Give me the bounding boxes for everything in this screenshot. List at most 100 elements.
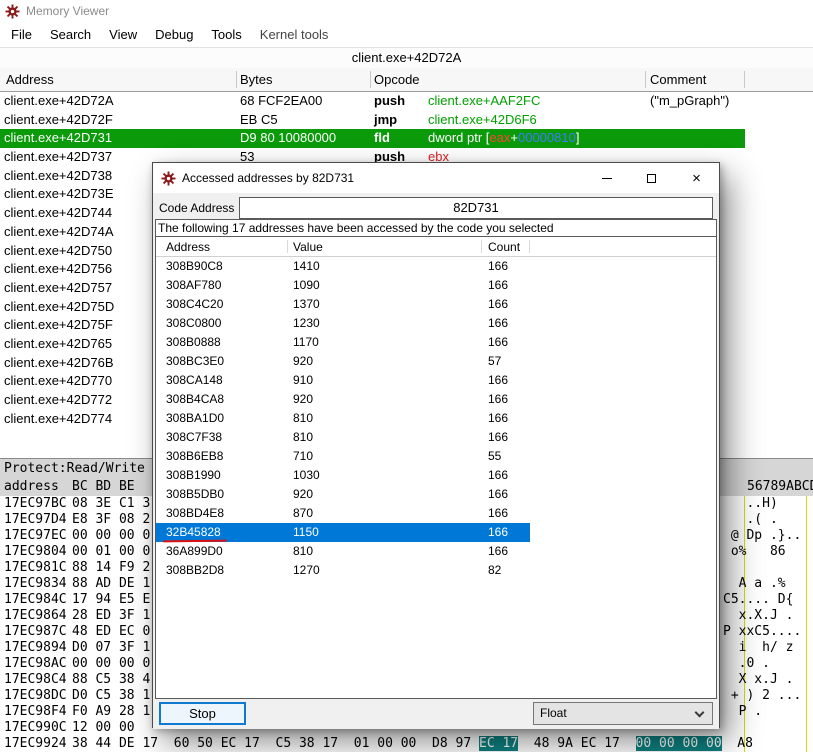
accessed-count: 166 xyxy=(488,295,508,314)
accessed-value: 1030 xyxy=(293,466,320,485)
menu-tools[interactable]: Tools xyxy=(202,27,250,42)
accessed-address-row[interactable]: 308C7F38810166 xyxy=(156,428,716,447)
accessed-value: 810 xyxy=(293,428,313,447)
hex-row[interactable]: 17EC9924 38 44 DE 17 60 50 EC 17 C5 38 17… xyxy=(0,736,813,752)
list-col-count[interactable]: Count xyxy=(488,237,520,257)
code-address-input[interactable]: 82D731 xyxy=(239,197,713,219)
hex-bytes: 88 14 F9 2 xyxy=(72,560,150,576)
menu-view[interactable]: View xyxy=(100,27,146,42)
disasm-address: client.exe+42D756 xyxy=(4,260,112,279)
maximize-button[interactable] xyxy=(629,163,674,193)
accessed-count: 166 xyxy=(488,428,508,447)
disasm-row[interactable]: client.exe+42D731D9 80 10080000flddword … xyxy=(0,129,745,148)
accessed-address-row[interactable]: 308C4C20 1370 166 xyxy=(156,295,716,314)
minimize-button[interactable] xyxy=(584,163,629,193)
accessed-address: 36A899D0 xyxy=(166,542,223,561)
col-header-comment: Comment xyxy=(650,68,706,92)
minimize-icon xyxy=(602,178,612,179)
accessed-address-row[interactable]: 308BB2D8127082 xyxy=(156,561,716,580)
hex-bytes: 48 ED EC 0 xyxy=(72,624,150,640)
disasm-comment: ("m_pGraph") xyxy=(650,92,729,111)
accessed-address-row[interactable]: 308B08881170166 xyxy=(156,333,716,352)
accessed-address-row[interactable]: 308AF7801090166 xyxy=(156,276,716,295)
close-button[interactable]: × xyxy=(674,163,719,193)
disasm-address: client.exe+42D75D xyxy=(4,298,114,317)
accessed-address-row[interactable]: 308C08001230166 xyxy=(156,314,716,333)
cheat-engine-icon xyxy=(161,171,176,186)
chevron-down-icon xyxy=(695,708,705,718)
operand-part: client.exe+AAF2FC xyxy=(428,93,540,108)
disasm-opcode: fld xyxy=(374,129,390,148)
accessed-address-row[interactable]: 308BD4E8870166 xyxy=(156,504,716,523)
disasm-address: client.exe+42D770 xyxy=(4,372,112,391)
disasm-address: client.exe+42D731 xyxy=(4,129,112,148)
disasm-row[interactable]: client.exe+42D72FEB C5jmpclient.exe+42D6… xyxy=(0,111,813,130)
hex-col-ascii-header: 56789ABCDEF xyxy=(747,477,813,496)
accessed-value: 870 xyxy=(293,504,313,523)
stop-button[interactable]: Stop xyxy=(159,702,246,725)
accessed-count: 166 xyxy=(488,523,508,542)
accessed-value: 910 xyxy=(293,371,313,390)
disasm-address: client.exe+42D772 xyxy=(4,391,112,410)
hex-ascii: ..H) xyxy=(723,496,778,512)
list-col-address[interactable]: Address xyxy=(166,237,210,257)
hex-address: 17EC9924 xyxy=(4,736,67,752)
hex-bytes: E8 3F 08 2 xyxy=(72,512,150,528)
disasm-table-header: Address Bytes Opcode Comment xyxy=(0,68,813,92)
menu-file[interactable]: File xyxy=(2,27,41,42)
operand-part: ] xyxy=(576,130,580,145)
accessed-value: 1370 xyxy=(293,295,320,314)
menu-search[interactable]: Search xyxy=(41,27,100,42)
column-separator xyxy=(370,71,371,88)
value-type-dropdown[interactable]: Float xyxy=(533,702,713,725)
window-titlebar[interactable]: Memory Viewer xyxy=(0,0,813,22)
hex-address: 17EC97D4 xyxy=(4,512,67,528)
disasm-address: client.exe+42D72A xyxy=(4,92,114,111)
hex-address: 17EC9804 xyxy=(4,544,67,560)
hex-byte-segment: 38 44 DE 17 60 50 EC 17 C5 38 17 01 00 0… xyxy=(72,736,479,751)
menu-bar: File Search View Debug Tools Kernel tool… xyxy=(0,22,813,48)
hex-bytes: 08 3E C1 3 xyxy=(72,496,150,512)
hex-address: 17EC990C xyxy=(4,720,67,736)
dialog-titlebar[interactable]: Accessed addresses by 82D731 × xyxy=(153,163,719,193)
column-separator xyxy=(744,71,745,88)
disasm-address: client.exe+42D738 xyxy=(4,167,112,186)
accessed-address: 32B45828 xyxy=(166,523,221,542)
menu-debug[interactable]: Debug xyxy=(146,27,202,42)
disasm-operand: client.exe+42D6F6 xyxy=(428,111,537,130)
accessed-address-row[interactable]: 32B458281150166 xyxy=(156,523,530,542)
accessed-address-row[interactable]: 308B90C81410166 xyxy=(156,257,716,276)
accessed-address: 308B1990 xyxy=(166,466,221,485)
accessed-address-row[interactable]: 308B6EB871055 xyxy=(156,447,716,466)
accessed-address: 308C4C20 xyxy=(166,295,223,314)
hex-ascii: x.X.J . xyxy=(723,608,793,624)
accessed-address: 308B4CA8 xyxy=(166,390,224,409)
disasm-row[interactable]: client.exe+42D72A68 FCF2EA00pushclient.e… xyxy=(0,92,813,111)
list-col-value[interactable]: Value xyxy=(293,237,323,257)
code-address-label: Code Address xyxy=(159,201,239,215)
menu-kernel-tools[interactable]: Kernel tools xyxy=(251,27,338,42)
hex-ascii: + ) 2 ... xyxy=(723,688,801,704)
hex-ascii: C5.... D{ xyxy=(723,592,793,608)
accessed-address-row[interactable]: 36A899D0810166 xyxy=(156,542,716,561)
hex-ascii: A a .% xyxy=(723,576,786,592)
accessed-value: 1230 xyxy=(293,314,320,333)
accessed-value: 810 xyxy=(293,542,313,561)
code-address-row: Code Address 82D731 xyxy=(159,197,713,219)
accessed-address-row[interactable]: 308CA148910166 xyxy=(156,371,716,390)
accessed-address: 308B5DB0 xyxy=(166,485,224,504)
accessed-address-row[interactable]: 308BC3E092057 xyxy=(156,352,716,371)
maximize-icon xyxy=(647,174,656,183)
accessed-address-row[interactable]: 308B5DB0920166 xyxy=(156,485,716,504)
accessed-value: 920 xyxy=(293,390,313,409)
accessed-address: 308B0888 xyxy=(166,333,221,352)
list-header: Address Value Count xyxy=(156,237,716,257)
accessed-address: 308BA1D0 xyxy=(166,409,224,428)
accessed-address-row[interactable]: 308BA1D0810166 xyxy=(156,409,716,428)
accessed-address-row[interactable]: 308B4CA8920166 xyxy=(156,390,716,409)
accessed-count: 166 xyxy=(488,276,508,295)
disasm-bytes: EB C5 xyxy=(240,111,278,130)
hex-ascii: .0 . xyxy=(723,656,770,672)
accessed-address-row[interactable]: 308B19901030166 xyxy=(156,466,716,485)
disasm-address: client.exe+42D737 xyxy=(4,148,112,167)
